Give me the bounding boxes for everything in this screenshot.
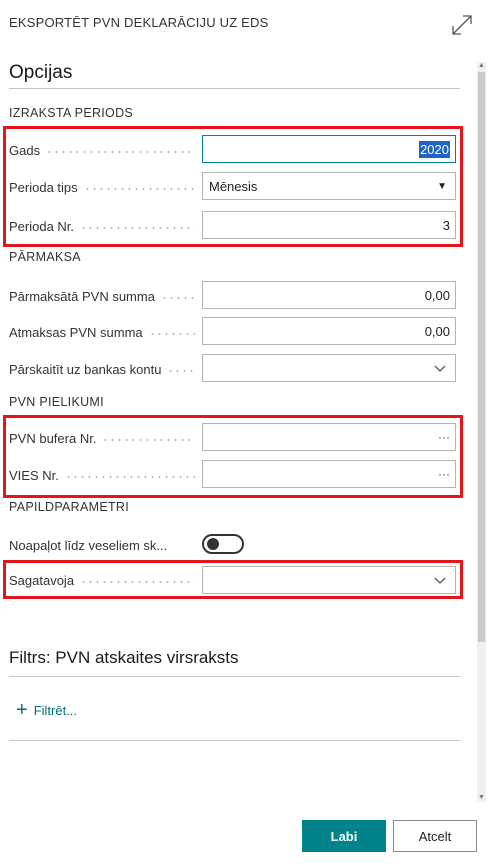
options-divider: [9, 88, 460, 89]
scroll-up-icon[interactable]: ▲: [477, 62, 486, 70]
chevron-down-icon: [434, 365, 446, 372]
transfer-bank-label: Pārskaitīt uz bankas kontu: [9, 359, 197, 379]
filter-section-title[interactable]: Filtrs: PVN atskaites virsraksts: [9, 648, 239, 668]
cancel-button[interactable]: Atcelt: [393, 820, 477, 852]
scrollbar-thumb[interactable]: [478, 72, 485, 642]
toggle-knob: [207, 538, 219, 550]
refund-vat-input[interactable]: 0,00: [202, 317, 456, 345]
filter-bottom-divider: [9, 740, 460, 741]
refund-vat-label: Atmaksas PVN summa: [9, 322, 197, 342]
ok-button[interactable]: Labi: [302, 820, 386, 852]
options-section-title[interactable]: Opcijas: [9, 62, 72, 84]
round-label: Noapaļot līdz veseliem sk...: [9, 537, 168, 553]
round-toggle[interactable]: [202, 534, 244, 554]
add-filter-link[interactable]: + Filtrēt...: [16, 699, 78, 721]
extra-group-heading: PAPILDPARAMETRI: [9, 500, 130, 514]
transfer-bank-select[interactable]: [202, 354, 456, 382]
scroll-down-icon[interactable]: ▼: [477, 794, 486, 802]
attachments-highlight-box: [3, 415, 463, 498]
overpaid-vat-input[interactable]: 0,00: [202, 281, 456, 309]
period-highlight-box: [3, 126, 463, 247]
prepared-highlight-box: [3, 560, 463, 599]
period-group-heading: IZRAKSTA PERIODS: [9, 106, 134, 120]
attachments-group-heading: PVN PIELIKUMI: [9, 395, 104, 409]
expand-icon[interactable]: [449, 12, 475, 38]
overpay-group-heading: PĀRMAKSA: [9, 250, 81, 264]
plus-icon: +: [16, 699, 28, 721]
overpaid-vat-label: Pārmaksātā PVN summa: [9, 286, 197, 306]
add-filter-label: Filtrēt...: [33, 702, 78, 718]
dialog-title: EKSPORTĒT PVN DEKLARĀCIJU UZ EDS: [9, 15, 269, 30]
filter-divider: [9, 676, 460, 677]
